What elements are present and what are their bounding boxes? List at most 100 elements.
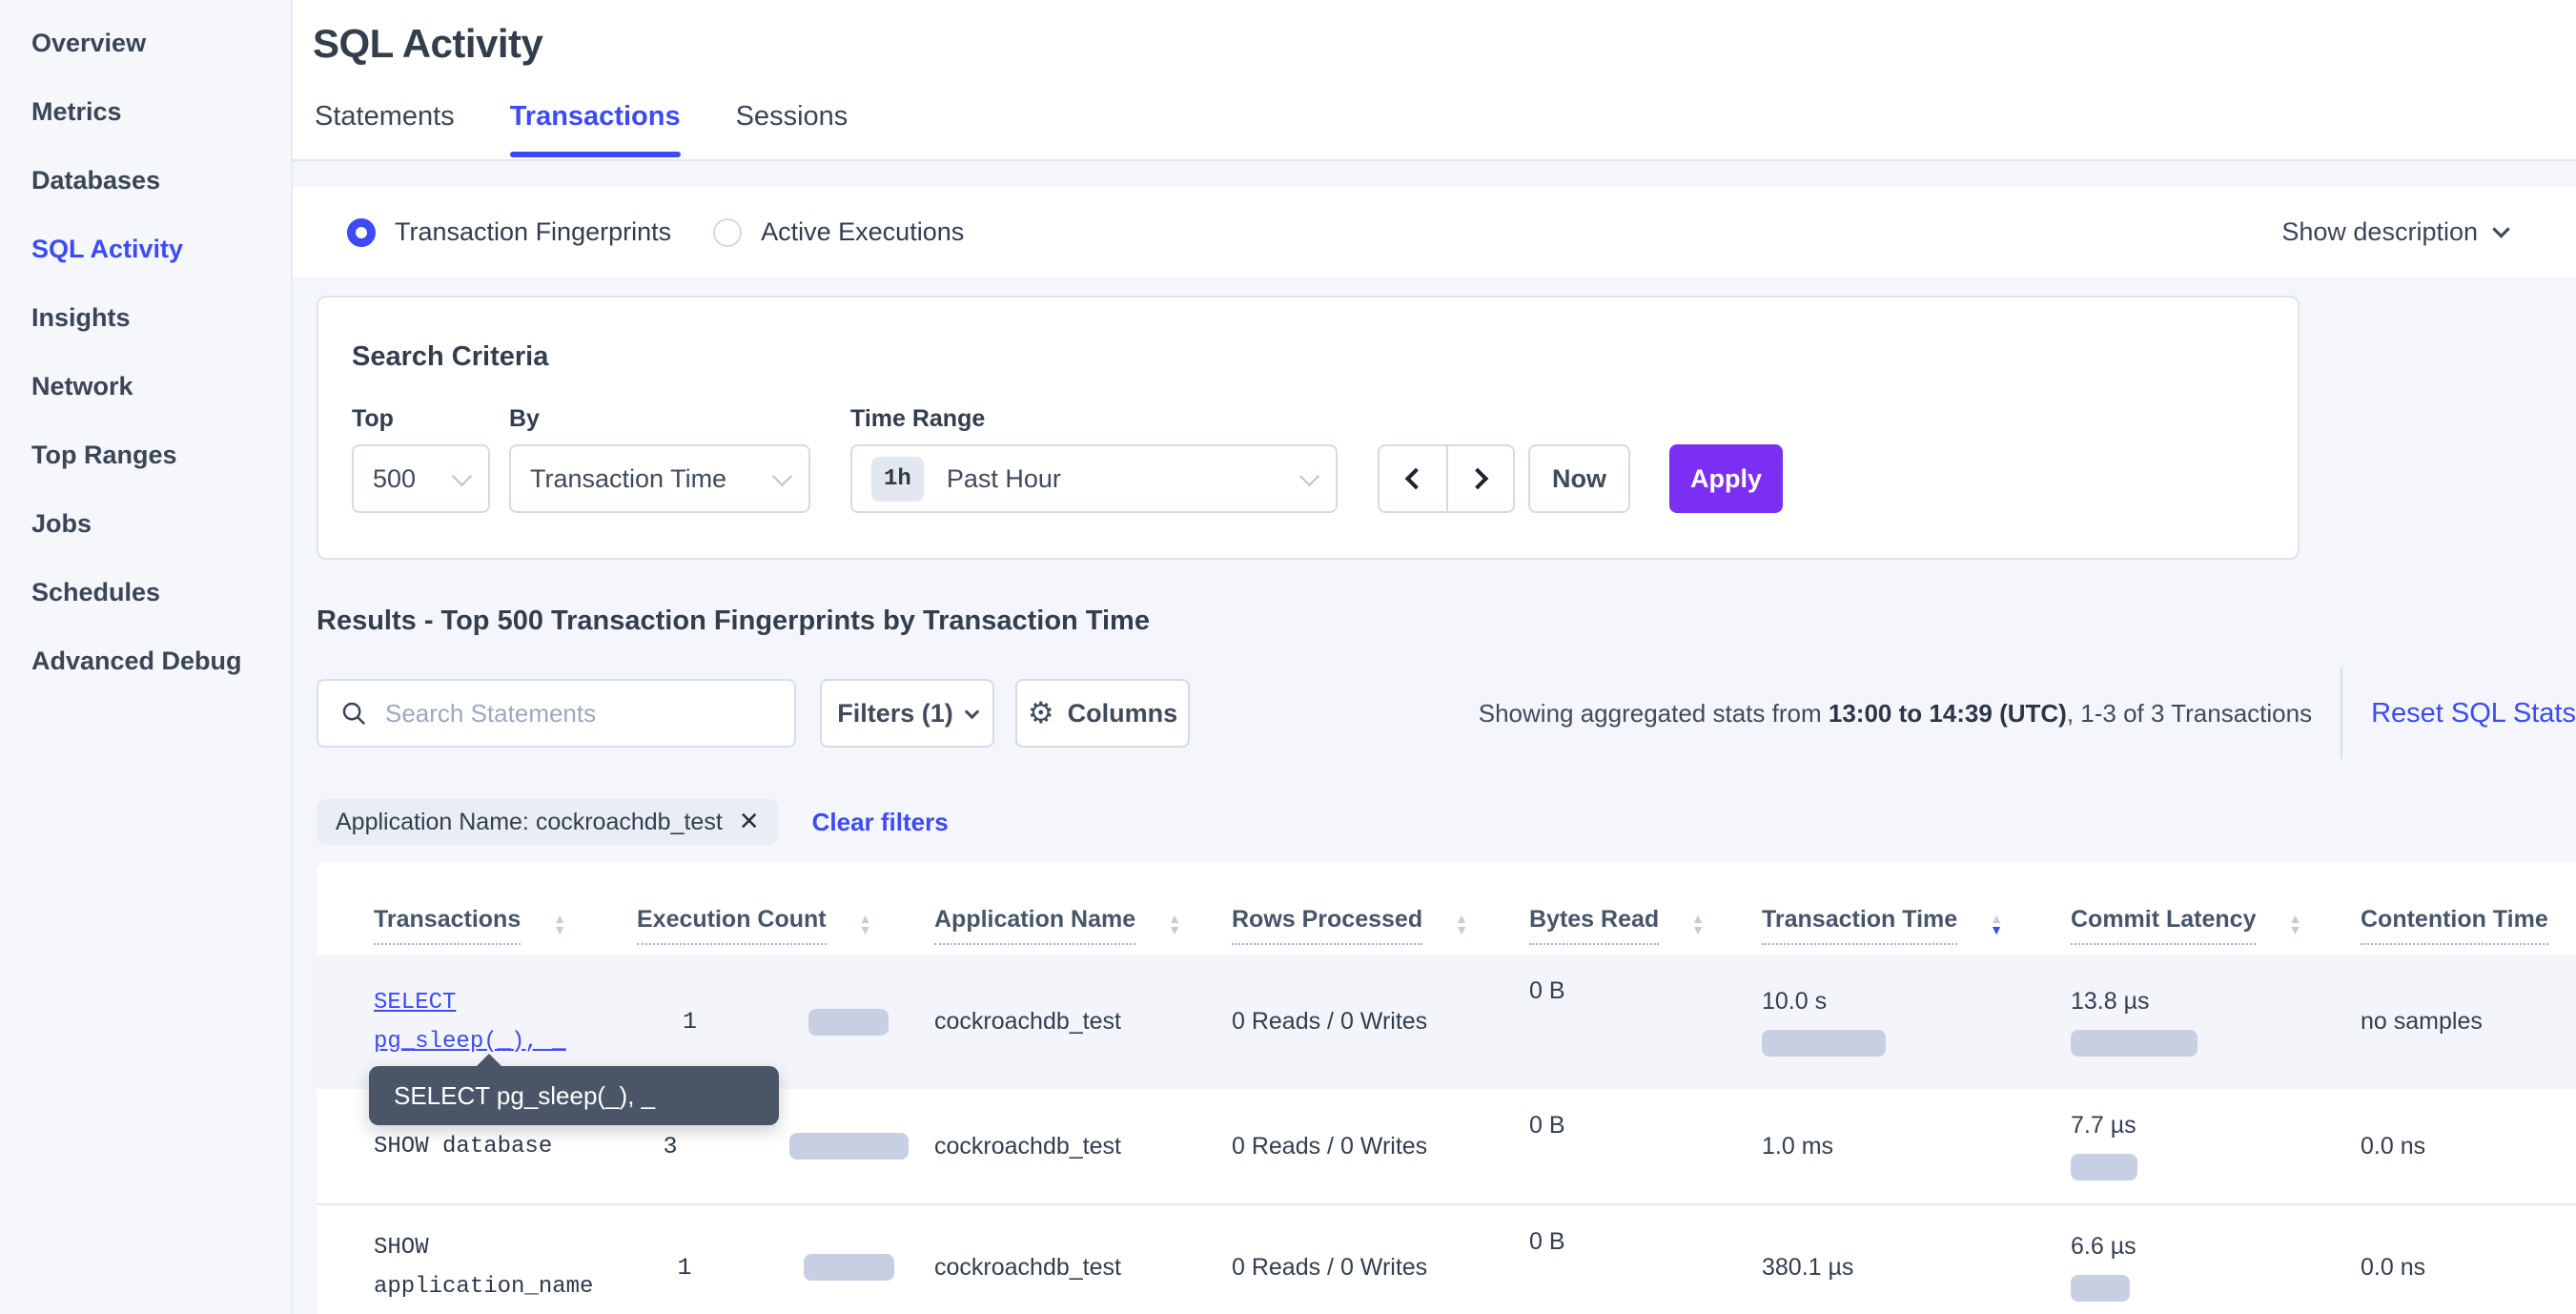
columns-button[interactable]: ⚙ Columns xyxy=(1015,679,1190,748)
show-description-toggle[interactable]: Show description xyxy=(2281,217,2507,247)
sidebar-item-databases[interactable]: Databases xyxy=(0,146,291,215)
view-toggle-bar: Transaction Fingerprints Active Executio… xyxy=(293,187,2576,277)
commit-latency-bar xyxy=(2071,1030,2198,1057)
content-area: Search Criteria Top 500 By Transaction T… xyxy=(293,296,2576,1314)
chevron-down-icon xyxy=(964,704,979,719)
sidebar-item-insights[interactable]: Insights xyxy=(0,283,291,352)
tab-statements[interactable]: Statements xyxy=(315,101,455,157)
search-statements-input[interactable] xyxy=(385,699,787,729)
apply-button[interactable]: Apply xyxy=(1669,444,1783,513)
main-content: SQL Activity Statements Transactions Ses… xyxy=(293,0,2576,1314)
commit-latency-bar xyxy=(2071,1154,2137,1181)
radio-selected-icon xyxy=(347,218,376,247)
transaction-link[interactable]: SELECT xyxy=(374,983,637,1022)
vertical-divider xyxy=(2341,667,2342,759)
search-statements-box xyxy=(317,679,796,748)
time-range-field: Time Range 1h Past Hour xyxy=(850,405,1359,513)
now-button[interactable]: Now xyxy=(1528,444,1630,513)
top-select[interactable]: 500 xyxy=(352,444,490,513)
contention-time-cell: 0.0 ns xyxy=(2361,1089,2576,1203)
search-criteria-controls: Top 500 By Transaction Time Time Range xyxy=(352,405,2298,513)
transaction-link[interactable]: pg_sleep(_), _ xyxy=(374,1022,637,1061)
transaction-fingerprint-cell: SHOW application_name xyxy=(374,1205,637,1314)
tab-transactions[interactable]: Transactions xyxy=(510,101,681,157)
rows-processed-cell: 0 Reads / 0 Writes xyxy=(1232,1205,1529,1314)
sidebar-item-network[interactable]: Network xyxy=(0,352,291,421)
sql-tooltip: SELECT pg_sleep(_), _ xyxy=(369,1066,779,1125)
rows-processed-cell: 0 Reads / 0 Writes xyxy=(1232,1089,1529,1203)
column-header-commit-latency[interactable]: Commit Latency ▲▼ xyxy=(2071,906,2361,945)
chevron-left-icon xyxy=(1405,468,1427,490)
columns-label: Columns xyxy=(1068,699,1178,729)
column-header-bytes-read[interactable]: Bytes Read ▲▼ xyxy=(1529,906,1762,945)
bytes-read-cell: 0 B xyxy=(1529,955,1762,1089)
sort-icon[interactable]: ▲▼ xyxy=(1455,913,1468,945)
time-range-pager xyxy=(1378,444,1515,513)
application-name-cell: cockroachdb_test xyxy=(934,1205,1232,1314)
results-heading: Results - Top 500 Transaction Fingerprin… xyxy=(317,606,2576,637)
chevron-down-icon xyxy=(772,465,792,485)
close-icon[interactable]: × xyxy=(740,809,759,834)
time-range-badge: 1h xyxy=(871,457,924,502)
commit-latency-cell: 7.7 µs xyxy=(2071,1089,2361,1203)
filters-label: Filters (1) xyxy=(837,699,953,729)
commit-latency-cell: 13.8 µs xyxy=(2071,955,2361,1089)
radio-transaction-fingerprints[interactable]: Transaction Fingerprints xyxy=(347,217,671,247)
chevron-down-icon xyxy=(452,465,472,485)
sort-icon[interactable]: ▲▼ xyxy=(859,913,872,945)
sort-icon-active-desc[interactable]: ▲▼ xyxy=(1990,913,2003,945)
table-row: SHOW application_name 1 cockroachdb_test… xyxy=(317,1203,2576,1314)
transaction-link[interactable]: SHOW database xyxy=(374,1127,637,1166)
commit-latency-bar xyxy=(2071,1275,2130,1302)
execution-count-bar xyxy=(808,1009,889,1036)
transaction-time-bar xyxy=(1762,1030,1886,1057)
by-field: By Transaction Time xyxy=(509,405,831,513)
page-header: SQL Activity Statements Transactions Ses… xyxy=(293,0,2576,161)
sidebar-item-overview[interactable]: Overview xyxy=(0,9,291,77)
radio-label: Active Executions xyxy=(761,217,964,247)
radio-unselected-icon xyxy=(713,218,742,247)
transaction-link[interactable]: SHOW xyxy=(374,1228,637,1267)
contention-time-cell: no samples xyxy=(2361,955,2576,1089)
filters-button[interactable]: Filters (1) xyxy=(820,679,994,748)
next-time-button[interactable] xyxy=(1446,446,1513,511)
transaction-link[interactable]: application_name xyxy=(374,1267,637,1306)
sidebar-item-schedules[interactable]: Schedules xyxy=(0,558,291,626)
sort-icon[interactable]: ▲▼ xyxy=(2288,913,2301,945)
by-select[interactable]: Transaction Time xyxy=(509,444,810,513)
tab-sessions[interactable]: Sessions xyxy=(736,101,848,157)
chevron-down-icon xyxy=(2492,220,2509,237)
previous-time-button[interactable] xyxy=(1380,446,1446,511)
sort-icon[interactable]: ▲▼ xyxy=(553,913,566,945)
search-icon xyxy=(339,699,368,728)
sidebar-item-sql-activity[interactable]: SQL Activity xyxy=(0,215,291,283)
application-name-cell: cockroachdb_test xyxy=(934,1089,1232,1203)
column-header-rows-processed[interactable]: Rows Processed ▲▼ xyxy=(1232,906,1529,945)
transaction-time-cell: 380.1 µs xyxy=(1762,1205,2071,1314)
filter-chip-label: Application Name: cockroachdb_test xyxy=(336,809,723,836)
chevron-right-icon xyxy=(1467,468,1489,490)
clear-filters-link[interactable]: Clear filters xyxy=(812,808,949,837)
sidebar-item-top-ranges[interactable]: Top Ranges xyxy=(0,421,291,489)
radio-active-executions[interactable]: Active Executions xyxy=(713,217,964,247)
radio-label: Transaction Fingerprints xyxy=(395,217,671,247)
filter-chip-application-name: Application Name: cockroachdb_test × xyxy=(317,799,778,845)
sort-icon[interactable]: ▲▼ xyxy=(1691,913,1705,945)
column-header-transactions[interactable]: Transactions ▲▼ xyxy=(374,906,637,945)
time-range-select[interactable]: 1h Past Hour xyxy=(850,444,1338,513)
column-header-contention-time[interactable]: Contention Time ▲▼ xyxy=(2361,906,2576,945)
column-header-application-name[interactable]: Application Name ▲▼ xyxy=(934,906,1232,945)
results-toolbar: Filters (1) ⚙ Columns Showing aggregated… xyxy=(317,667,2576,759)
contention-time-cell: 0.0 ns xyxy=(2361,1205,2576,1314)
chevron-down-icon xyxy=(1299,465,1319,485)
show-description-label: Show description xyxy=(2281,217,2478,247)
sidebar-item-jobs[interactable]: Jobs xyxy=(0,489,291,558)
application-name-cell: cockroachdb_test xyxy=(934,955,1232,1089)
sidebar-item-metrics[interactable]: Metrics xyxy=(0,77,291,146)
reset-sql-stats-link[interactable]: Reset SQL Stats xyxy=(2371,698,2576,729)
sort-icon[interactable]: ▲▼ xyxy=(1168,913,1181,945)
column-header-execution-count[interactable]: Execution Count ▲▼ xyxy=(637,906,934,945)
sidebar-item-advanced-debug[interactable]: Advanced Debug xyxy=(0,626,291,695)
transaction-time-cell: 10.0 s xyxy=(1762,955,2071,1089)
column-header-transaction-time[interactable]: Transaction Time ▲▼ xyxy=(1762,906,2071,945)
